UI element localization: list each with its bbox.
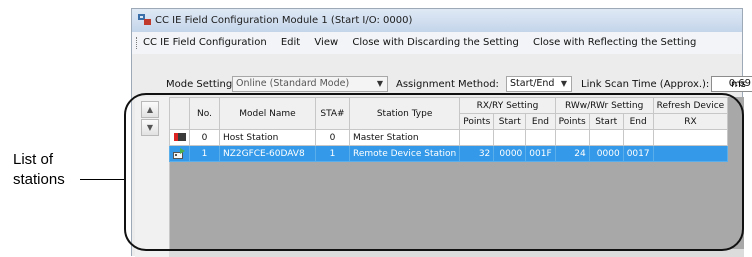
header-rww-start[interactable]: Start bbox=[588, 113, 624, 130]
header-icon-cell bbox=[169, 97, 190, 130]
remote-station-icon-cell bbox=[169, 145, 190, 162]
cell-rww-end[interactable]: 0017 bbox=[622, 145, 654, 162]
callout-leader-line bbox=[80, 179, 126, 180]
title-bar: CC IE Field Configuration Module 1 (Star… bbox=[132, 9, 742, 33]
menu-close-reflect[interactable]: Close with Reflecting the Setting bbox=[533, 37, 696, 48]
cell-rww-points[interactable] bbox=[554, 129, 590, 146]
callout-label: List of stations bbox=[13, 150, 103, 190]
menu-view[interactable]: View bbox=[314, 37, 338, 48]
header-sta[interactable]: STA# bbox=[315, 97, 350, 130]
menu-cc-ie-field-configuration[interactable]: CC IE Field Configuration bbox=[143, 37, 267, 48]
callout-line-2: stations bbox=[13, 171, 65, 188]
configuration-window: CC IE Field Configuration Module 1 (Star… bbox=[131, 8, 752, 257]
cell-rww-start[interactable] bbox=[588, 129, 624, 146]
header-model-name[interactable]: Model Name bbox=[219, 97, 316, 130]
cell-sta[interactable]: 0 bbox=[315, 129, 350, 146]
mode-setting-label: Mode Setting: bbox=[166, 79, 236, 90]
cell-rx-end[interactable]: 001F bbox=[525, 145, 556, 162]
cell-rx-end[interactable] bbox=[525, 129, 556, 146]
cell-refresh-rx[interactable] bbox=[652, 129, 729, 146]
table-header-row: No. Model Name STA# Station Type RX/RY S… bbox=[169, 97, 729, 130]
header-rx-ry-setting: RX/RY Setting bbox=[459, 97, 556, 114]
assignment-method-select[interactable]: Start/End ▼ bbox=[506, 76, 572, 92]
assignment-method-label: Assignment Method: bbox=[396, 79, 499, 90]
row-scroll-column: ▲ ▼ bbox=[135, 97, 170, 257]
network-app-icon bbox=[138, 14, 151, 25]
host-station-icon-cell bbox=[169, 129, 190, 146]
header-rww-rwr-setting: RWw/RWr Setting bbox=[554, 97, 654, 114]
cell-station-type[interactable]: Master Station bbox=[348, 129, 461, 146]
header-station-type[interactable]: Station Type bbox=[348, 97, 461, 130]
cell-no[interactable]: 0 bbox=[189, 129, 220, 146]
scroll-up-button[interactable]: ▲ bbox=[141, 101, 159, 118]
table-row-selected[interactable]: 1 NZ2GFCE-60DAV8 1 Remote Device Station… bbox=[169, 145, 729, 162]
cell-rww-end[interactable] bbox=[622, 129, 654, 146]
host-station-icon bbox=[173, 133, 186, 141]
toolbar-grip-icon bbox=[136, 37, 140, 49]
chevron-down-icon: ▼ bbox=[376, 79, 384, 88]
header-refresh-rx[interactable]: RX bbox=[652, 113, 729, 130]
cell-model-name[interactable]: Host Station bbox=[219, 129, 316, 146]
settings-bar: Mode Setting: Online (Standard Mode) ▼ A… bbox=[132, 71, 752, 97]
cell-rx-start[interactable] bbox=[493, 129, 527, 146]
cell-rww-points[interactable]: 24 bbox=[554, 145, 590, 162]
header-rx-end[interactable]: End bbox=[525, 113, 556, 130]
station-table: No. Model Name STA# Station Type RX/RY S… bbox=[169, 97, 729, 162]
cell-refresh-rx[interactable] bbox=[652, 145, 729, 162]
window-title: CC IE Field Configuration Module 1 (Star… bbox=[155, 15, 413, 26]
mode-setting-value: Online (Standard Mode) bbox=[236, 78, 350, 89]
assignment-method-value: Start/End bbox=[510, 78, 555, 89]
header-no[interactable]: No. bbox=[189, 97, 220, 130]
cell-station-type[interactable]: Remote Device Station bbox=[348, 145, 461, 162]
cell-rx-points[interactable]: 32 bbox=[459, 145, 495, 162]
menu-bar: CC IE Field Configuration Edit View Clos… bbox=[132, 32, 742, 54]
scroll-down-button[interactable]: ▼ bbox=[141, 119, 159, 136]
header-rx-points[interactable]: Points bbox=[459, 113, 495, 130]
cell-rww-start[interactable]: 0000 bbox=[588, 145, 624, 162]
header-rx-start[interactable]: Start bbox=[493, 113, 527, 130]
table-row[interactable]: 0 Host Station 0 Master Station bbox=[169, 129, 729, 146]
header-rww-end[interactable]: End bbox=[622, 113, 654, 130]
callout-line-1: List of bbox=[13, 151, 54, 168]
cell-model-name[interactable]: NZ2GFCE-60DAV8 bbox=[219, 145, 316, 162]
station-list-area: ▲ ▼ No. Model Name STA# Station Type RX/… bbox=[135, 97, 744, 257]
link-scan-time-unit: ms bbox=[731, 79, 746, 90]
remote-device-station-icon bbox=[173, 148, 185, 159]
cell-rx-start[interactable]: 0000 bbox=[493, 145, 527, 162]
link-scan-time-label: Link Scan Time (Approx.): bbox=[581, 79, 710, 90]
cell-sta[interactable]: 1 bbox=[315, 145, 350, 162]
chevron-down-icon: ▼ bbox=[560, 79, 568, 88]
menu-close-discard[interactable]: Close with Discarding the Setting bbox=[352, 37, 518, 48]
mode-setting-select[interactable]: Online (Standard Mode) ▼ bbox=[232, 76, 388, 92]
header-refresh-device: Refresh Device bbox=[652, 97, 729, 114]
cell-rx-points[interactable] bbox=[459, 129, 495, 146]
cell-no[interactable]: 1 bbox=[189, 145, 220, 162]
header-rww-points[interactable]: Points bbox=[554, 113, 590, 130]
menu-edit[interactable]: Edit bbox=[281, 37, 300, 48]
